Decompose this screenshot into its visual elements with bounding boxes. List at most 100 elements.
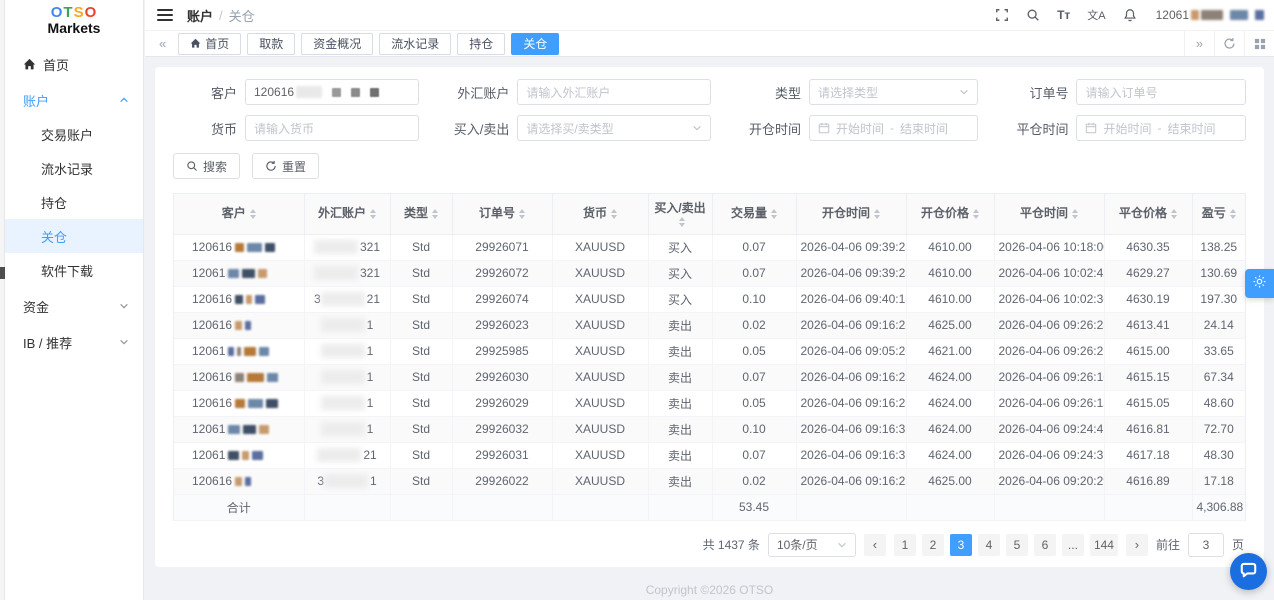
sort-carets-icon[interactable] (370, 209, 376, 219)
column-header[interactable]: 开仓时间 (796, 194, 906, 234)
settings-float-button[interactable] (1245, 269, 1274, 298)
tab-funds-overview[interactable]: 资金概况 (301, 33, 373, 55)
refresh-icon[interactable] (1214, 31, 1244, 56)
sidebar-item-trading-accounts[interactable]: 交易账户 (5, 117, 143, 151)
fullscreen-icon[interactable] (995, 8, 1009, 22)
next-page-button[interactable]: › (1126, 534, 1148, 556)
sort-carets-icon[interactable] (1171, 209, 1177, 219)
fx-account-input[interactable]: 请输入外汇账户 (517, 79, 711, 105)
sort-carets-icon[interactable] (1072, 209, 1078, 219)
cell-currency: XAUUSD (552, 364, 648, 390)
redacted-block (255, 295, 265, 304)
user-id[interactable]: 12061 (1156, 8, 1264, 22)
order-no-input[interactable]: 请输入订单号 (1076, 79, 1246, 105)
cell-side: 买入 (648, 286, 712, 312)
filter-customer: 客户 120616 (173, 79, 419, 105)
sidebar-item-flow-records[interactable]: 流水记录 (5, 151, 143, 185)
customer-prefix: 12061 (192, 266, 225, 280)
column-header[interactable]: 外汇账户 (304, 194, 390, 234)
customer-input[interactable]: 120616 (245, 79, 419, 105)
sidebar-item-software-download[interactable]: 软件下载 (5, 253, 143, 287)
cell-volume: 0.10 (712, 286, 796, 312)
sidebar-item-label: 软件下载 (41, 261, 93, 280)
breadcrumb-parent[interactable]: 账户 (187, 6, 213, 25)
sidebar-item-positions[interactable]: 持仓 (5, 185, 143, 219)
cell-open-time: 2026-04-06 09:39:25 (796, 260, 906, 286)
page-button-4[interactable]: 4 (978, 534, 1000, 556)
grid-icon[interactable] (1244, 31, 1274, 56)
cell-open-time: 2026-04-06 09:40:13 (796, 286, 906, 312)
page-button-6[interactable]: 6 (1034, 534, 1056, 556)
column-header[interactable]: 盈亏 (1192, 194, 1245, 234)
sidebar-group-funds[interactable]: 资金 (5, 289, 143, 323)
calendar-icon (818, 122, 830, 134)
scrollbar-thumb[interactable] (0, 267, 5, 279)
chevron-double-right-icon[interactable]: » (1184, 31, 1214, 56)
tab-home[interactable]: 首页 (178, 33, 241, 55)
cell-close-price: 4615.00 (1104, 338, 1192, 364)
column-header[interactable]: 类型 (390, 194, 452, 234)
search-icon[interactable] (1026, 8, 1040, 22)
redacted-block (296, 86, 322, 98)
column-header[interactable]: 客户 (174, 194, 304, 234)
font-size-icon[interactable]: Tт (1057, 8, 1070, 22)
bell-icon[interactable] (1123, 8, 1137, 22)
page-ellipsis[interactable]: ... (1062, 534, 1084, 556)
jump-page-input[interactable]: 3 (1188, 533, 1224, 557)
column-header[interactable]: 货币 (552, 194, 648, 234)
tab-flow-records[interactable]: 流水记录 (379, 33, 451, 55)
cell-open-time: 2026-04-06 09:16:31 (796, 442, 906, 468)
page-size-select[interactable]: 10条/页 (768, 533, 856, 557)
sort-carets-icon[interactable] (611, 209, 617, 219)
column-header[interactable]: 开仓价格 (906, 194, 994, 234)
sort-carets-icon[interactable] (432, 209, 438, 219)
sidebar-item-closed-positions[interactable]: 关仓 (5, 219, 143, 253)
search-button[interactable]: 搜索 (173, 153, 240, 179)
sort-carets-icon[interactable] (519, 209, 525, 219)
column-header[interactable]: 订单号 (452, 194, 552, 234)
sidebar-group-account[interactable]: 账户 (5, 83, 143, 117)
close-time-range-picker[interactable]: 开始时间 - 结束时间 (1076, 115, 1246, 141)
chevron-down-icon (959, 87, 969, 97)
cell-fx-account: 21 (304, 442, 390, 468)
column-header[interactable]: 买入/卖出 (648, 194, 712, 234)
column-header[interactable]: 平仓价格 (1104, 194, 1192, 234)
tab-closed-positions[interactable]: 关仓 (511, 33, 559, 55)
tab-positions[interactable]: 持仓 (457, 33, 505, 55)
column-header[interactable]: 交易量 (712, 194, 796, 234)
sort-carets-icon[interactable] (874, 209, 880, 219)
sort-carets-icon[interactable] (973, 209, 979, 219)
sort-carets-icon[interactable] (771, 209, 777, 219)
open-time-range-picker[interactable]: 开始时间 - 结束时间 (809, 115, 979, 141)
tab-withdraw[interactable]: 取款 (247, 33, 295, 55)
side-select[interactable]: 请选择买/卖类型 (517, 115, 711, 141)
sort-carets-icon[interactable] (250, 209, 256, 219)
type-select[interactable]: 请选择类型 (809, 79, 979, 105)
chat-float-button[interactable] (1230, 553, 1267, 590)
hamburger-icon[interactable] (157, 9, 173, 21)
sort-carets-icon[interactable] (1230, 209, 1236, 219)
page-button-5[interactable]: 5 (1006, 534, 1028, 556)
page-button-3[interactable]: 3 (950, 534, 972, 556)
column-label: 外汇账户 (318, 206, 366, 222)
cell-close-price: 4616.89 (1104, 468, 1192, 494)
reset-button[interactable]: 重置 (252, 153, 319, 179)
redacted-smudge (314, 266, 358, 280)
sort-carets-icon[interactable] (679, 217, 685, 227)
redacted-block (235, 373, 244, 382)
prev-page-button[interactable]: ‹ (864, 534, 886, 556)
currency-input[interactable]: 请输入货币 (245, 115, 419, 141)
sidebar-item-home[interactable]: 首页 (5, 47, 143, 81)
cell-close-price: 4630.19 (1104, 286, 1192, 312)
column-label: 买入/卖出 (654, 201, 705, 217)
cell-type: Std (390, 442, 452, 468)
redacted-block (252, 451, 263, 460)
chevron-double-left-icon[interactable]: « (153, 36, 172, 51)
page-button-144[interactable]: 144 (1090, 534, 1118, 556)
column-header[interactable]: 平仓时间 (994, 194, 1104, 234)
page-button-2[interactable]: 2 (922, 534, 944, 556)
cell-currency: XAUUSD (552, 312, 648, 338)
translate-icon[interactable]: 文A (1087, 7, 1105, 23)
sidebar-group-ib[interactable]: IB / 推荐 (5, 325, 143, 359)
page-button-1[interactable]: 1 (894, 534, 916, 556)
